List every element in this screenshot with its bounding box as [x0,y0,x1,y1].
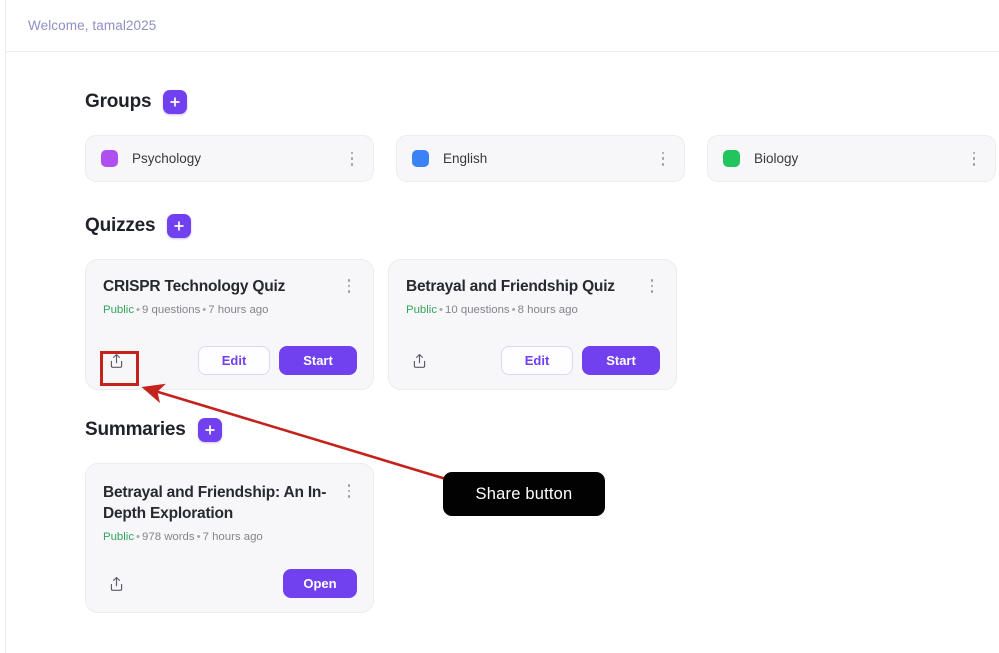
meta-separator: • [196,531,201,544]
plus-icon [174,221,185,231]
group-color-swatch [723,150,740,167]
welcome-greeting: Welcome, tamal2025 [28,18,157,33]
quizzes-list: CRISPR Technology Quiz Public • 9 question… [85,259,999,390]
groups-section-header: Groups [85,90,999,114]
add-summary-button[interactable] [197,418,222,442]
share-icon [110,353,122,368]
plus-icon [204,425,215,435]
quiz-menu-button[interactable] [341,277,357,295]
edit-button-betrayal-quiz[interactable]: Edit [501,346,573,375]
quiz-card-crispr[interactable]: CRISPR Technology Quiz Public • 9 question… [85,259,374,390]
quiz-card-betrayal[interactable]: Betrayal and Friendship Quiz Public • 10 q… [388,259,677,390]
quiz-menu-button[interactable] [644,277,660,295]
summary-card-header: Betrayal and Friendship: An In-Depth Exp… [103,482,357,524]
main-content: Groups Psychology English Biology Quizze… [6,52,999,653]
meta-separator: • [136,303,141,316]
group-name-label: Psychology [132,151,202,166]
summary-meta: Public • 978 words • 7 hours ago [103,531,357,543]
top-header-bar: Welcome, tamal2025 [6,0,999,52]
groups-list: Psychology English Biology [85,135,999,182]
share-button-crispr-quiz[interactable] [103,348,129,374]
summary-card-betrayal[interactable]: Betrayal and Friendship: An In-Depth Exp… [85,463,374,613]
share-button-betrayal-quiz[interactable] [406,348,432,374]
quiz-question-count: 9 questions [142,303,201,316]
summaries-section: Summaries Betrayal and Friendship: An In… [85,418,999,613]
summary-word-count: 978 words [142,531,195,544]
quizzes-section-header: Quizzes [85,214,999,238]
quiz-meta: Public • 10 questions • 8 hours ago [406,304,660,316]
group-menu-button[interactable] [966,150,982,168]
quiz-visibility-badge: Public [103,303,135,316]
group-color-swatch [412,150,429,167]
summaries-list: Betrayal and Friendship: An In-Depth Exp… [85,463,999,613]
group-card-english[interactable]: English [396,135,685,182]
group-menu-button[interactable] [344,150,360,168]
summaries-title: Summaries [85,419,186,440]
quiz-card-header: Betrayal and Friendship Quiz [406,277,660,297]
start-button-crispr-quiz[interactable]: Start [279,346,357,375]
group-name-label: English [443,151,488,166]
group-name-label: Biology [754,151,799,166]
quiz-title: Betrayal and Friendship Quiz [406,278,615,295]
app-root: Welcome, tamal2025 Groups Psychology Eng… [0,0,999,653]
quiz-timestamp: 7 hours ago [208,303,269,316]
meta-separator: • [439,303,444,316]
share-icon [110,576,122,591]
plus-icon [170,97,181,107]
summary-visibility-badge: Public [103,531,135,544]
quiz-card-actions: Edit Start [103,346,357,375]
summary-menu-button[interactable] [341,482,357,500]
summary-card-actions: Open [103,569,357,598]
edit-button-crispr-quiz[interactable]: Edit [198,346,270,375]
open-button-betrayal-summary[interactable]: Open [283,569,357,598]
quiz-timestamp: 8 hours ago [517,303,578,316]
group-card-psychology[interactable]: Psychology [85,135,374,182]
meta-separator: • [136,531,141,544]
group-color-swatch [101,150,118,167]
quizzes-section: Quizzes CRISPR Technology Quiz Public • 9 … [85,214,999,390]
quiz-visibility-badge: Public [406,303,438,316]
groups-title: Groups [85,91,152,112]
quiz-question-count: 10 questions [445,303,510,316]
quiz-meta: Public • 9 questions • 7 hours ago [103,304,357,316]
summary-timestamp: 7 hours ago [202,531,263,544]
quizzes-title: Quizzes [85,215,156,236]
start-button-betrayal-quiz[interactable]: Start [582,346,660,375]
quiz-card-header: CRISPR Technology Quiz [103,277,357,297]
add-group-button[interactable] [163,90,188,114]
summaries-section-header: Summaries [85,418,999,442]
groups-section: Groups Psychology English Biology [85,90,999,182]
summary-title: Betrayal and Friendship: An In-Depth Exp… [103,484,327,523]
add-quiz-button[interactable] [167,214,192,238]
meta-separator: • [511,303,516,316]
group-menu-button[interactable] [655,150,671,168]
quiz-card-actions: Edit Start [406,346,660,375]
group-card-biology[interactable]: Biology [707,135,996,182]
share-button-betrayal-summary[interactable] [103,571,129,597]
share-icon [413,353,425,368]
quiz-title: CRISPR Technology Quiz [103,278,286,295]
